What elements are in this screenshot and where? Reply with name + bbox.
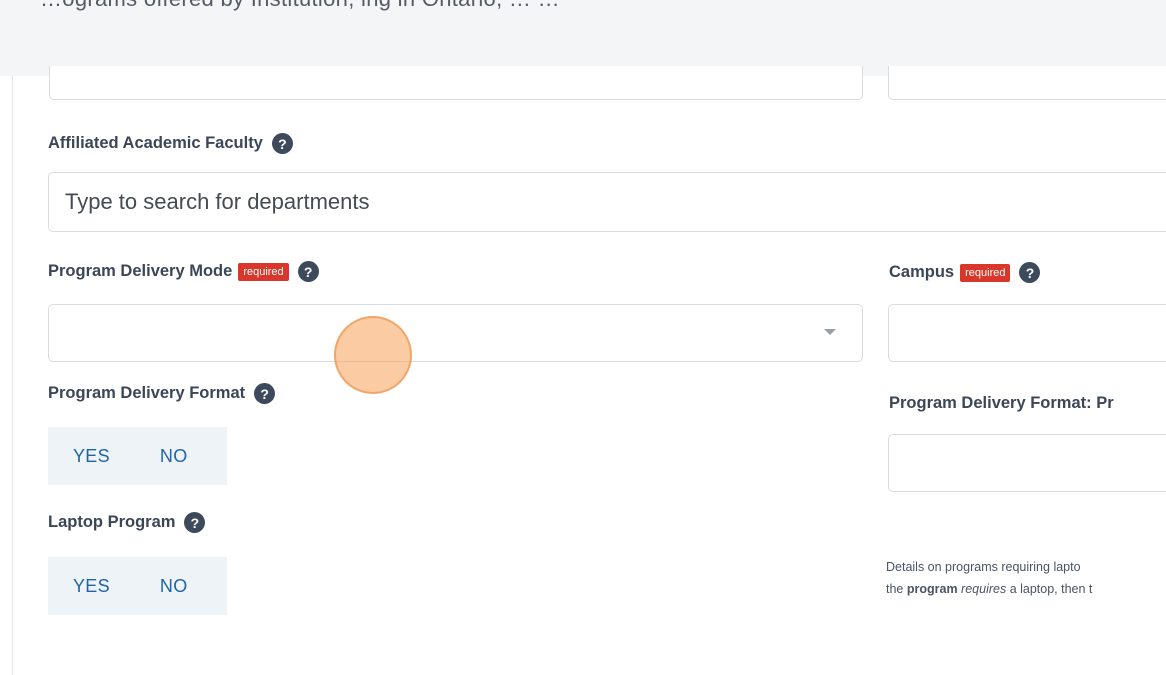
question-circle-icon[interactable]: ? [271,133,293,154]
laptop-details-line-1: Details on programs requiring lapto [886,560,1081,574]
delivery-mode-select[interactable] [48,304,863,362]
previous-field-right-input[interactable] [888,66,1166,100]
laptop-details-line-2: the program requires a laptop, then t [886,582,1093,596]
laptop-program-toggle: YES NO [48,557,227,615]
required-badge: required [960,263,1011,282]
department-search-placeholder: Type to search for departments [65,189,370,214]
delivery-mode-label: Program Delivery Mode required ? [48,261,319,282]
question-circle-icon[interactable]: ? [184,512,206,533]
affiliated-faculty-label: Affiliated Academic Faculty ? [48,133,293,154]
delivery-format-pr-input[interactable] [888,434,1166,492]
delivery-format-yes-button[interactable]: YES [48,446,110,467]
previous-field-left-input[interactable] [49,66,863,100]
click-indicator [334,316,412,394]
delivery-format-label: Program Delivery Format ? [48,383,276,404]
delivery-format-toggle: YES NO [48,427,227,485]
laptop-program-label: Laptop Program ? [48,512,206,533]
question-circle-icon[interactable]: ? [1019,262,1041,283]
campus-label: Campus required ? [889,262,1041,283]
question-circle-icon[interactable]: ? [254,383,276,404]
top-banner: …ograms offered by Institution, ing in O… [0,0,1166,76]
campus-select[interactable] [888,304,1166,362]
chevron-down-icon[interactable] [824,329,836,335]
laptop-yes-button[interactable]: YES [48,576,110,597]
delivery-format-pr-label: Program Delivery Format: Pr [889,394,1114,412]
question-circle-icon[interactable]: ? [297,261,319,282]
department-search-input[interactable]: Type to search for departments [48,172,1166,232]
laptop-details-text: Details on programs requiring lapto the … [886,556,1092,600]
delivery-format-no-button[interactable]: NO [110,446,188,467]
required-badge: required [238,262,289,281]
laptop-no-button[interactable]: NO [110,576,188,597]
banner-cutoff-text: …ograms offered by Institution, ing in O… [40,0,560,12]
